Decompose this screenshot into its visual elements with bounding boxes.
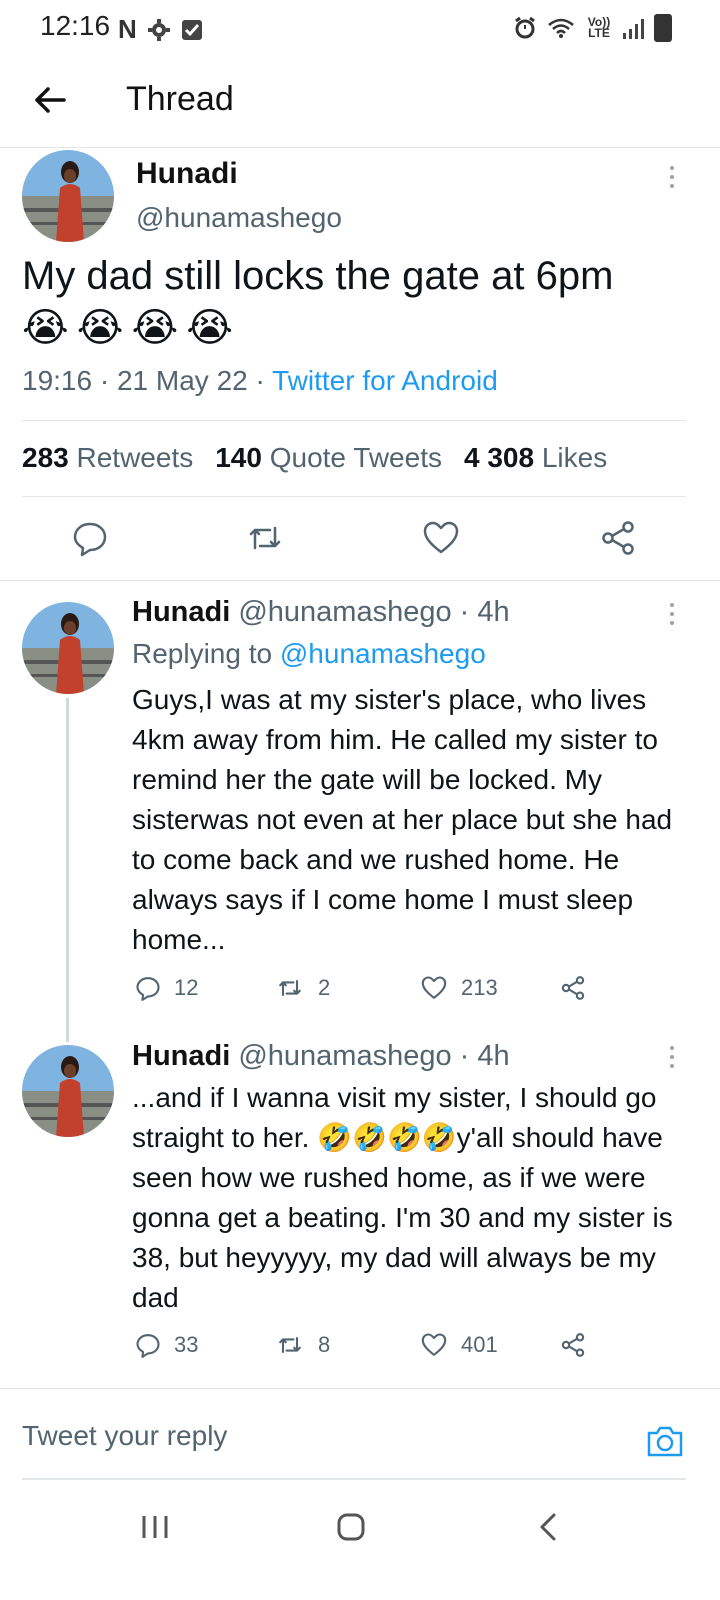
crying-face-emoji: 😭 — [186, 306, 233, 350]
home-icon[interactable] — [336, 1512, 366, 1542]
status-time: 12:16 — [40, 10, 111, 41]
retweet-button[interactable]: 2 — [274, 974, 419, 1002]
retweet-icon[interactable] — [245, 518, 285, 558]
retweet-icon — [279, 1336, 301, 1354]
like-button[interactable]: 401 — [419, 1331, 559, 1359]
retweets-stat[interactable]: 283 Retweets — [22, 442, 193, 474]
avatar[interactable] — [22, 150, 114, 242]
reply-text: ...and if I wanna visit my sister, I sho… — [132, 1078, 692, 1318]
avatar[interactable] — [22, 602, 114, 694]
section-divider — [0, 580, 720, 581]
like-heart-icon — [421, 976, 447, 999]
tweet-date: 21 May 22 — [116, 365, 248, 396]
crying-face-emoji: 😭 — [131, 306, 179, 350]
rofl-emoji: 🤣🤣🤣🤣 — [317, 1122, 457, 1153]
like-button[interactable]: 213 — [419, 974, 559, 1002]
reply-header: Hunadi @hunamashego · 4h — [132, 596, 510, 629]
retweets-count: 283 — [22, 442, 69, 473]
signal-icon — [623, 17, 644, 39]
alarm-icon — [515, 16, 535, 39]
reply-header: Hunadi @hunamashego · 4h — [132, 1040, 510, 1073]
reply-icon — [136, 1334, 160, 1358]
replying-to: Replying to @hunamashego — [132, 638, 486, 670]
status-icons-left: N — [118, 14, 203, 45]
reply-icon — [136, 977, 160, 1001]
likes-stat[interactable]: 4 308 Likes — [464, 442, 607, 474]
retweet-count: 8 — [318, 1332, 331, 1357]
reply-age: · 4h — [459, 596, 510, 628]
divider — [22, 420, 686, 421]
compose-underline — [22, 1478, 686, 1480]
back-arrow-icon[interactable] — [30, 80, 70, 120]
tweet-meta: 19:16 · 21 May 22 · Twitter for Android — [22, 365, 498, 396]
header-divider — [0, 147, 720, 148]
reply-author-name[interactable]: Hunadi — [132, 596, 230, 628]
replying-to-label: Replying to — [132, 638, 273, 669]
like-heart-icon[interactable] — [421, 518, 461, 558]
reply-author-handle[interactable]: @hunamashego — [238, 1040, 451, 1072]
like-count: 401 — [461, 1332, 498, 1357]
tweet-time: 19:16 — [22, 365, 93, 396]
share-icon[interactable] — [598, 518, 638, 558]
crying-face-emoji: 😭 — [76, 306, 124, 350]
replying-to-handle[interactable]: @hunamashego — [280, 638, 486, 669]
crying-face-emoji: 😭 — [22, 306, 69, 350]
netflix-icon: N — [118, 14, 137, 44]
quote-tweets-count: 140 — [215, 442, 262, 473]
tweet-source-link[interactable]: Twitter for Android — [272, 365, 498, 396]
author-handle[interactable]: @hunamashego — [136, 202, 342, 234]
tweet-stats: 283 Retweets 140 Quote Tweets 4 308 Like… — [22, 442, 607, 474]
likes-label: Likes — [541, 442, 608, 473]
retweets-label: Retweets — [76, 442, 194, 473]
more-options-icon[interactable] — [668, 166, 676, 188]
like-heart-icon — [421, 1333, 447, 1356]
page-title: Thread — [126, 80, 234, 118]
reply-action-bar: 33 8 401 — [134, 1331, 587, 1359]
camera-icon[interactable] — [646, 1424, 684, 1458]
wifi-icon — [548, 18, 574, 38]
like-count: 213 — [461, 975, 498, 1000]
divider — [22, 496, 686, 497]
reply-button[interactable]: 12 — [134, 974, 274, 1002]
tweet-action-bar — [0, 518, 720, 562]
lte-indicator: Vo)) LTE — [587, 15, 611, 40]
reply-author-handle[interactable]: @hunamashego — [238, 596, 451, 628]
reply-icon[interactable] — [70, 518, 110, 558]
tweet-emoji-row: 😭 😭 😭 😭 — [22, 305, 233, 351]
more-options-icon[interactable] — [668, 603, 676, 625]
reply-action-bar: 12 2 213 — [134, 974, 587, 1002]
reply-author-name[interactable]: Hunadi — [132, 1040, 230, 1072]
thread-connector-line — [66, 698, 69, 1042]
author-name[interactable]: Hunadi — [136, 157, 238, 191]
avatar[interactable] — [22, 1045, 114, 1137]
quote-tweets-stat[interactable]: 140 Quote Tweets — [215, 442, 442, 474]
reply-age: · 4h — [459, 1040, 510, 1072]
quote-tweets-label: Quote Tweets — [269, 442, 442, 473]
recent-apps-icon[interactable] — [140, 1514, 170, 1540]
battery-icon — [654, 14, 672, 42]
back-nav-icon[interactable] — [538, 1512, 558, 1542]
share-icon[interactable] — [559, 1331, 587, 1359]
retweet-count: 2 — [318, 975, 331, 1000]
reply-count: 33 — [174, 1332, 199, 1357]
reply-count: 12 — [174, 975, 199, 1000]
reply-compose-input[interactable]: Tweet your reply — [22, 1420, 686, 1452]
reply-button[interactable]: 33 — [134, 1331, 274, 1359]
tweet-text: My dad still locks the gate at 6pm — [22, 254, 614, 298]
retweet-button[interactable]: 8 — [274, 1331, 419, 1359]
settings-gear-icon — [147, 18, 170, 41]
retweet-icon — [279, 979, 301, 997]
share-icon[interactable] — [559, 974, 587, 1002]
more-options-icon[interactable] — [668, 1046, 676, 1068]
section-divider — [0, 1388, 720, 1389]
checkbox-icon — [181, 19, 202, 40]
likes-count: 4 308 — [463, 442, 535, 473]
system-nav-bar — [0, 1500, 720, 1600]
status-icons-right: Vo)) LTE — [513, 14, 672, 42]
reply-text: Guys,I was at my sister's place, who liv… — [132, 684, 673, 955]
